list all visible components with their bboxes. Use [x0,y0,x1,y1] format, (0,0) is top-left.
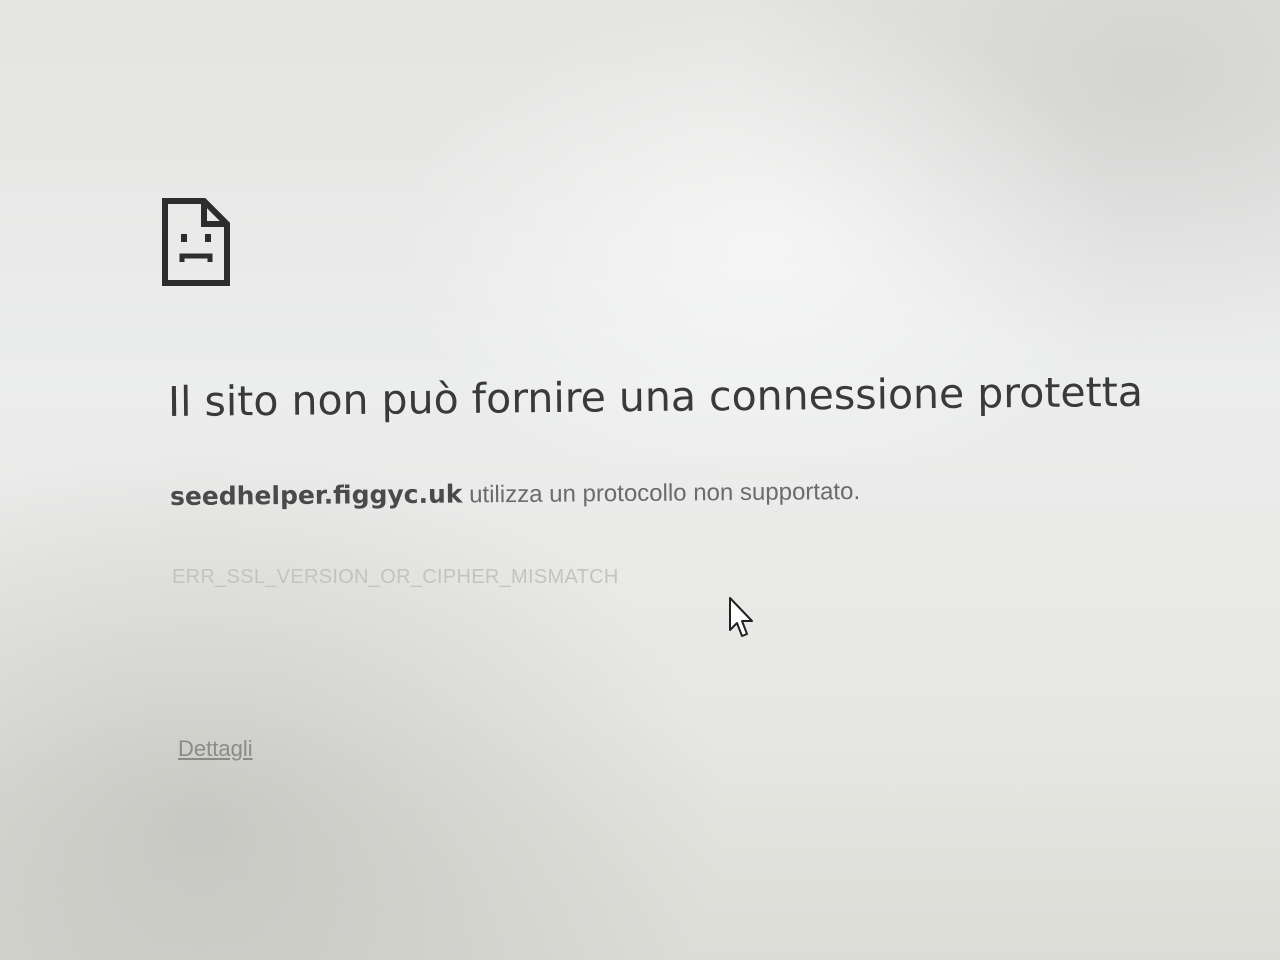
hostname: seedhelper.figgyc.uk [169,479,463,511]
error-interstitial: Il sito non può fornire una connessione … [0,0,1280,960]
sad-page-icon [162,198,230,286]
mouse-pointer-icon [729,597,753,637]
unsupported-protocol-text: utilizza un protocollo non supportato. [462,477,861,509]
main-message: seedhelper.figgyc.uk utilizza un protoco… [170,476,860,512]
error-code: ERR_SSL_VERSION_OR_CIPHER_MISMATCH [172,566,619,588]
main-heading: Il sito non può fornire una connessione … [167,367,1144,426]
details-link[interactable]: Dettagli [178,736,253,762]
